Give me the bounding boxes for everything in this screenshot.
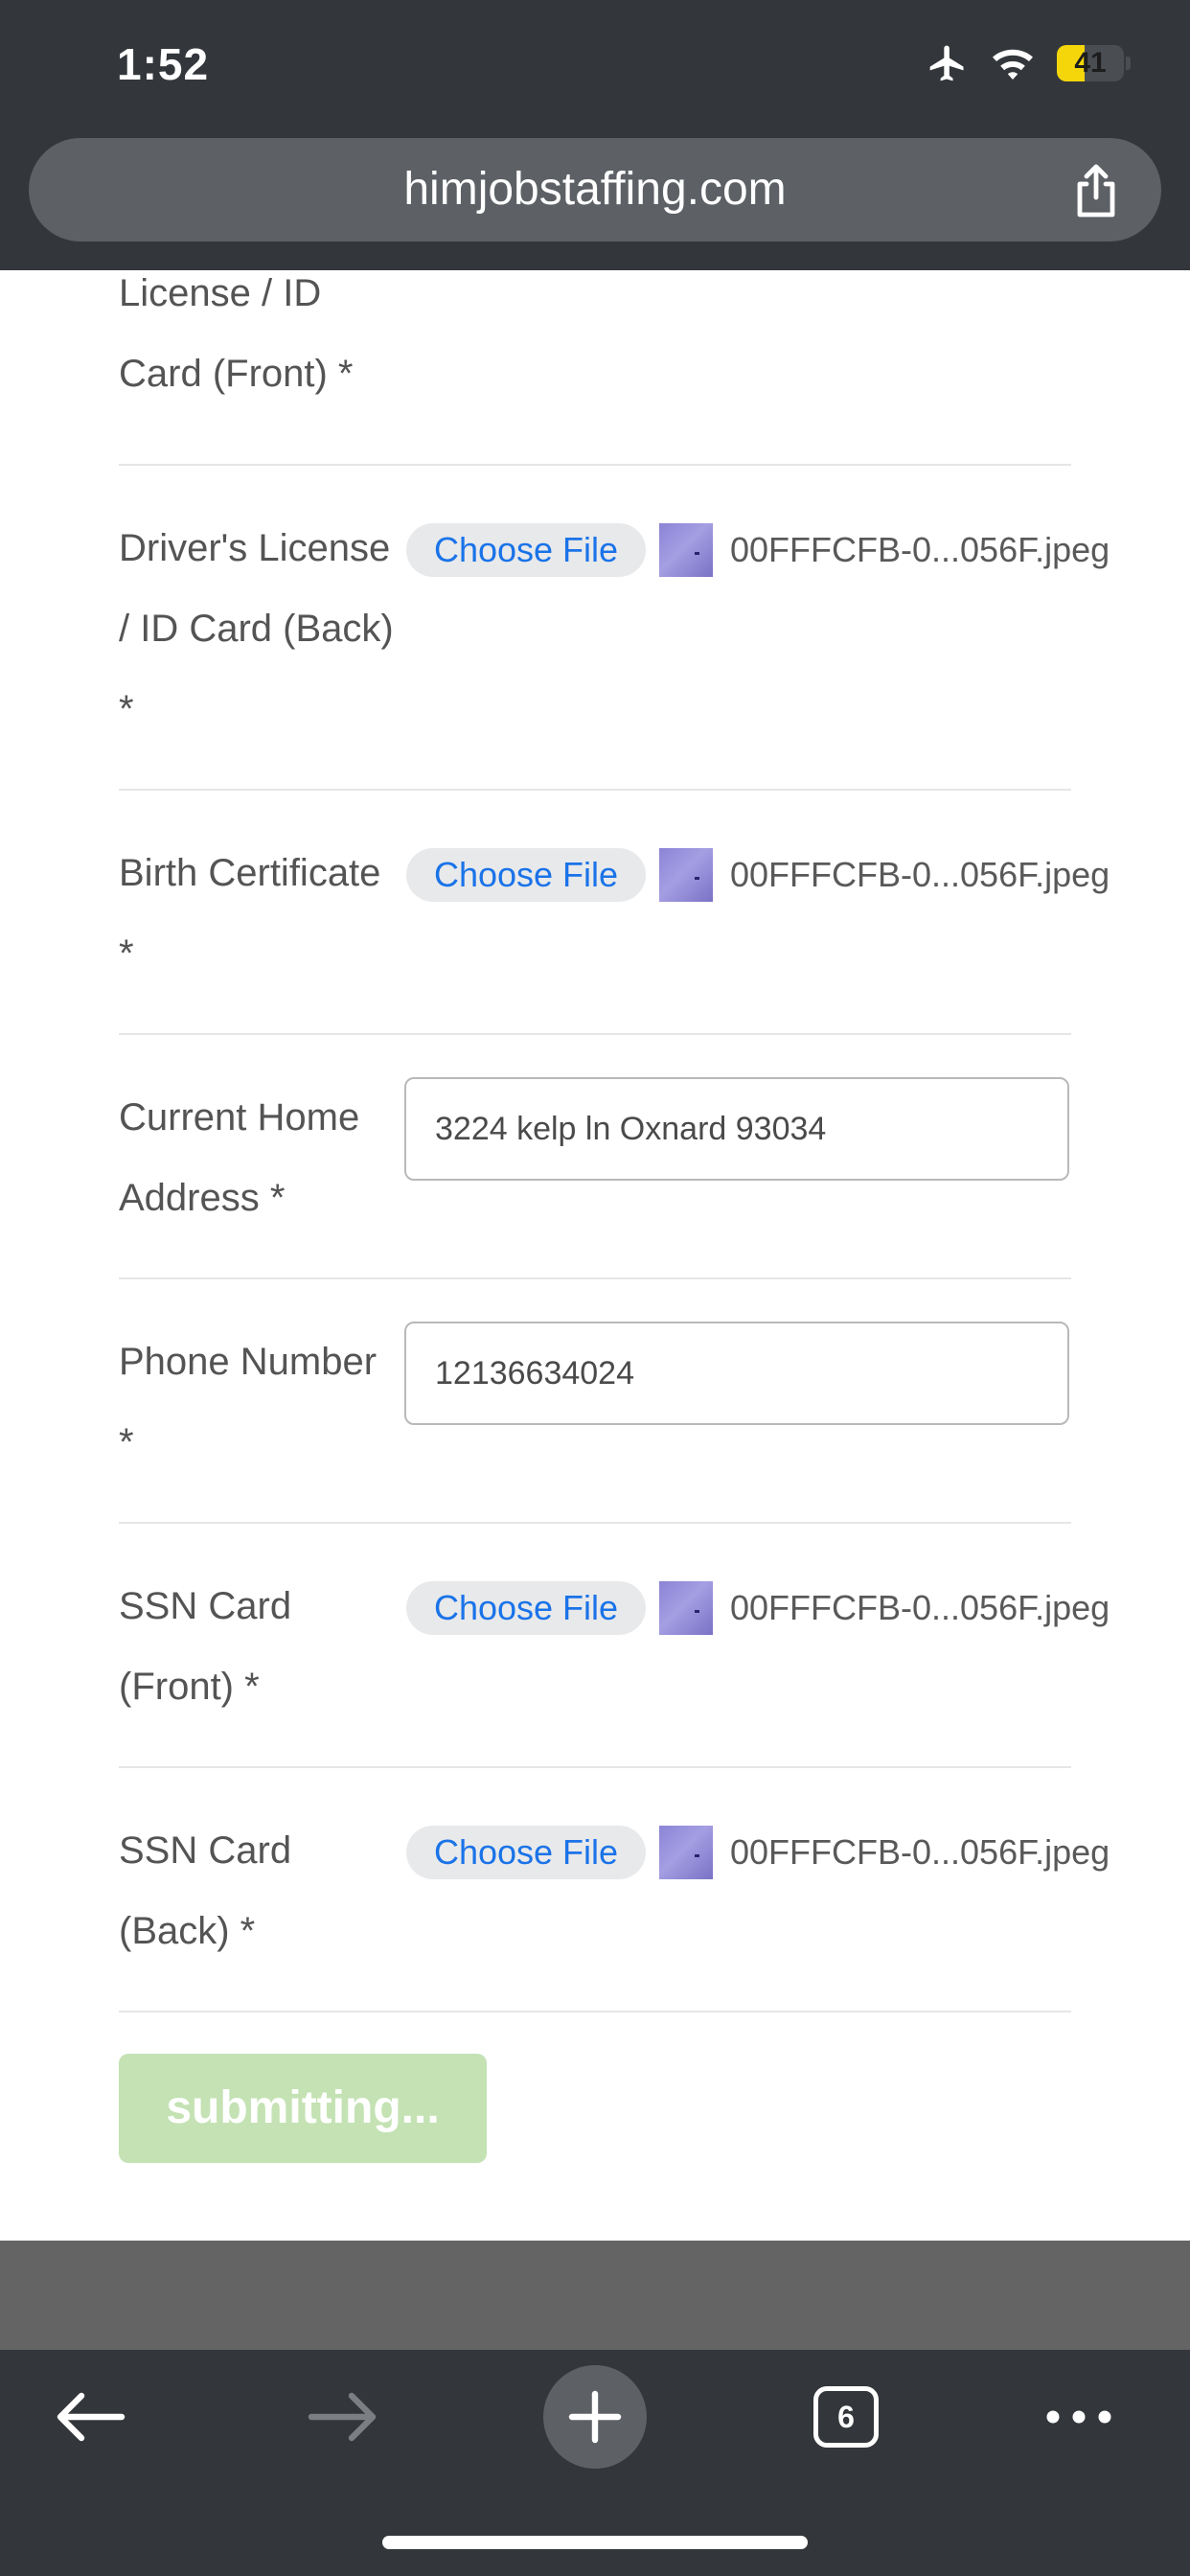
battery-level: 41: [1074, 47, 1107, 79]
back-button[interactable]: [48, 2359, 134, 2474]
field-label-home-address: Current Home Address *: [119, 1096, 360, 1219]
divider: [119, 464, 1071, 466]
choose-file-button[interactable]: Choose File: [406, 523, 646, 577]
field-label-license-back: Driver's License / ID Card (Back) *: [119, 527, 394, 730]
file-name: 00FFFCFB-0...056F.jpeg: [730, 1832, 1110, 1872]
divider: [119, 1033, 1071, 1035]
choose-file-button[interactable]: Choose File: [406, 1581, 646, 1635]
choose-file-button[interactable]: Choose File: [406, 1826, 646, 1879]
share-icon[interactable]: [1069, 163, 1123, 220]
field-label-license-front: License / ID Card (Front) *: [119, 272, 354, 395]
divider: [119, 789, 1071, 791]
field-label-ssn-back: SSN Card (Back) *: [119, 1829, 292, 1952]
address-bar[interactable]: himjobstaffing.com: [29, 138, 1161, 242]
wifi-icon: [993, 49, 1033, 80]
file-name: 00FFFCFB-0...056F.jpeg: [730, 855, 1110, 894]
battery-icon: 41: [1057, 45, 1131, 81]
file-thumbnail: [659, 523, 713, 577]
file-thumbnail: [659, 1581, 713, 1635]
submit-button[interactable]: submitting...: [119, 2054, 487, 2163]
file-thumbnail: [659, 1826, 713, 1879]
divider: [119, 1766, 1071, 1768]
status-icons: 41: [927, 38, 1131, 88]
forward-button[interactable]: [299, 2359, 385, 2474]
form-content: License / ID Card (Front) * Driver's Lic…: [0, 270, 1190, 2241]
home-address-input[interactable]: 3224 kelp ln Oxnard 93034: [404, 1077, 1069, 1181]
status-time: 1:52: [117, 39, 210, 89]
field-label-ssn-front: SSN Card (Front) *: [119, 1585, 292, 1708]
field-label-birth-certificate: Birth Certificate *: [119, 852, 381, 975]
file-input-birth-certificate[interactable]: Choose File 00FFFCFB-0...056F.jpeg: [406, 848, 1110, 902]
divider: [119, 1277, 1071, 1279]
url-text[interactable]: himjobstaffing.com: [29, 138, 1161, 242]
plus-icon: [543, 2365, 647, 2469]
new-tab-button[interactable]: [543, 2359, 647, 2474]
browser-top-chrome: 1:52 41 himjobstaffing.com: [0, 0, 1190, 270]
arrow-right-icon: [308, 2392, 377, 2442]
home-indicator: [382, 2536, 808, 2549]
file-input-license-back[interactable]: Choose File 00FFFCFB-0...056F.jpeg: [406, 523, 1110, 577]
airplane-icon: [929, 45, 964, 81]
divider: [119, 2011, 1071, 2012]
file-name: 00FFFCFB-0...056F.jpeg: [730, 1588, 1110, 1627]
file-name: 00FFFCFB-0...056F.jpeg: [730, 530, 1110, 569]
more-menu-button[interactable]: [1042, 2359, 1115, 2474]
more-dots-icon: [1046, 2410, 1111, 2424]
file-input-ssn-back[interactable]: Choose File 00FFFCFB-0...056F.jpeg: [406, 1826, 1110, 1879]
tabs-button[interactable]: 6: [811, 2359, 881, 2474]
file-thumbnail: [659, 848, 713, 902]
file-input-ssn-front[interactable]: Choose File 00FFFCFB-0...056F.jpeg: [406, 1581, 1110, 1635]
field-label-phone-number: Phone Number *: [119, 1341, 378, 1463]
page-footer: [0, 2241, 1190, 2350]
arrow-left-icon: [57, 2392, 126, 2442]
choose-file-button[interactable]: Choose File: [406, 848, 646, 902]
phone-number-input[interactable]: 12136634024: [404, 1322, 1069, 1425]
divider: [119, 1522, 1071, 1524]
tab-count: 6: [813, 2386, 879, 2448]
